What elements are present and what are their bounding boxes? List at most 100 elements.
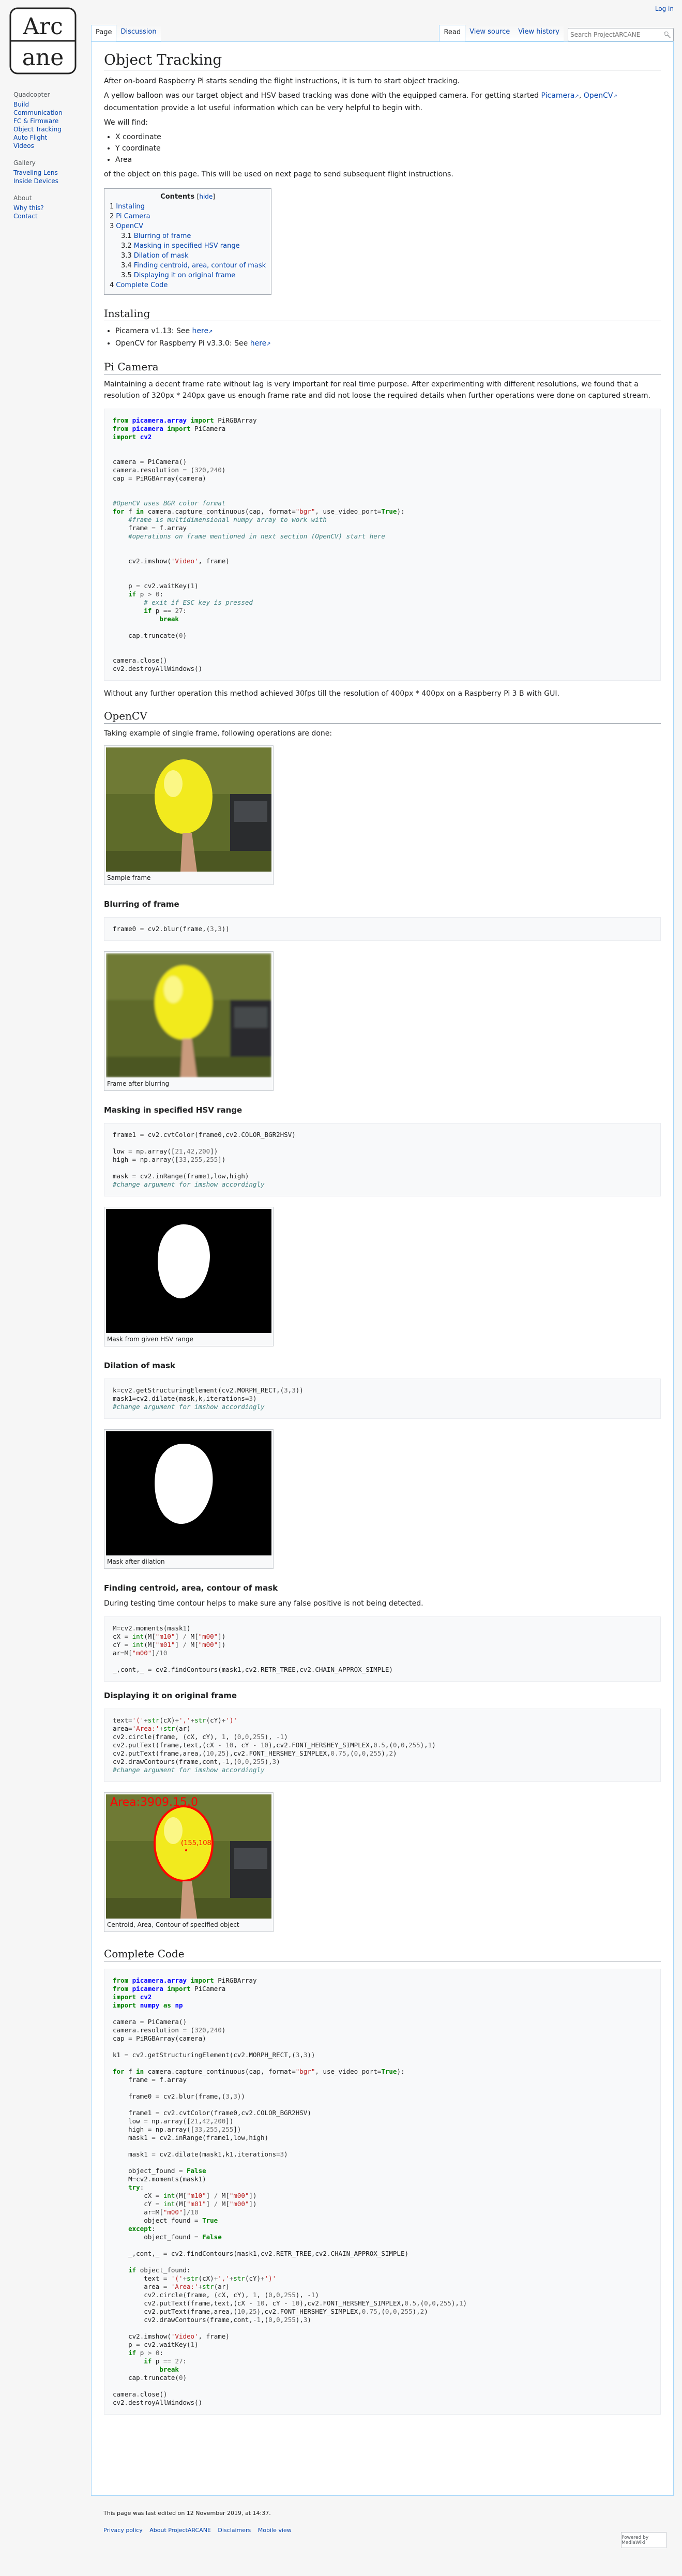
blurred-frame-image[interactable] [106, 953, 271, 1077]
toc-number: 3 [110, 222, 114, 230]
sidebar-item-communication[interactable]: Communication [13, 109, 63, 116]
search-box[interactable]: 🔍︎ [568, 28, 674, 41]
table-of-contents: Contents [hide] 1 Instaling 2 Pi Camera 3 Ope… [104, 188, 272, 295]
find-list: X coordinate Y coordinate Area [115, 131, 661, 166]
view-tabs: Read View source View history 🔍︎ [439, 25, 674, 41]
tab-view-history[interactable]: View history [514, 25, 564, 41]
code-block-picamera: from picamera.array import PiRGBArray fr… [104, 409, 661, 681]
toc-number: 2 [110, 213, 114, 220]
list-item: Area [115, 154, 661, 166]
footer-link-mobile[interactable]: Mobile view [258, 2527, 292, 2534]
sidebar-item-build[interactable]: Build [13, 101, 29, 108]
toc-link[interactable]: Dilation of mask [134, 252, 189, 260]
namespace-tabs: Page Discussion [91, 25, 161, 41]
pi-camera-paragraph: Maintaining a decent frame rate without … [104, 380, 650, 400]
code-block-centroid: M=cv2.moments(mask1) cX = int(M["m10"] /… [104, 1616, 661, 1682]
external-link-icon: ↗ [266, 341, 271, 347]
dilated-mask-image[interactable] [106, 1431, 271, 1555]
sidebar-gallery: Gallery Traveling Lens Inside Devices [13, 159, 91, 185]
section-heading-centroid: Finding centroid, area, contour of mask [104, 1583, 278, 1593]
sidebar-item-inside-devices[interactable]: Inside Devices [13, 177, 58, 185]
toc-link[interactable]: Blurring of frame [134, 232, 191, 240]
toc-item[interactable]: 1 Instaling [110, 202, 266, 212]
toc-item[interactable]: 3.2 Masking in specified HSV range [110, 241, 266, 251]
tab-discussion[interactable]: Discussion [116, 25, 161, 41]
list-item: Picamera v1.13: See here↗ [115, 325, 661, 338]
login-link[interactable]: Log in [655, 5, 674, 12]
powered-by-mediawiki-badge[interactable]: Powered by MediaWiki [621, 2532, 666, 2548]
toc-item[interactable]: 3.4 Finding centroid, area, contour of ma… [110, 261, 266, 271]
sidebar-item-videos[interactable]: Videos [13, 142, 34, 149]
code-block-blur: frame0 = cv2.blur(frame,(3,3)) [104, 917, 661, 941]
figure-dilated-mask: Mask after dilation [104, 1429, 274, 1569]
search-input[interactable] [570, 31, 658, 38]
toc-link[interactable]: Masking in specified HSV range [134, 242, 240, 250]
section-heading-dilation: Dilation of mask [104, 1361, 176, 1370]
footer-link-privacy[interactable]: Privacy policy [103, 2527, 143, 2534]
tab-read[interactable]: Read [439, 25, 466, 41]
figure-caption: Mask after dilation [107, 1558, 165, 1565]
toc-link[interactable]: Complete Code [116, 281, 168, 289]
overlay-coord-text: (155,108) [181, 1839, 214, 1847]
svg-text:ane: ane [22, 44, 64, 71]
toc-link[interactable]: OpenCV [116, 222, 143, 230]
sidebar-item-object-tracking[interactable]: Object Tracking [13, 126, 62, 133]
sidebar-item-contact[interactable]: Contact [13, 213, 38, 220]
toc-link[interactable]: Finding centroid, area, contour of mask [134, 262, 266, 269]
figure-caption: Centroid, Area, Contour of specified obj… [107, 1921, 239, 1928]
toc-item[interactable]: 4 Complete Code [110, 280, 266, 290]
code-block-mask: frame1 = cv2.cvtColor(frame0,cv2.COLOR_B… [104, 1123, 661, 1196]
tab-page[interactable]: Page [91, 25, 117, 41]
external-link-icon: ↗ [613, 94, 617, 99]
sidebar-item-why-this[interactable]: Why this? [13, 204, 44, 212]
result-frame-image[interactable]: Area:3909.15.0 (155,108) [106, 1794, 271, 1919]
toc-item[interactable]: 3.5 Displaying it on original frame [110, 271, 266, 280]
sidebar-item-traveling-lens[interactable]: Traveling Lens [13, 169, 58, 176]
opencv-link[interactable]: OpenCV [584, 92, 613, 100]
toc-link[interactable]: Pi Camera [116, 213, 150, 220]
here-link[interactable]: here [192, 327, 209, 335]
toc-number: 3.2 [121, 242, 132, 250]
search-icon[interactable]: 🔍︎ [663, 31, 671, 38]
section-heading-complete-code: Complete Code [104, 1946, 661, 1961]
toc-item[interactable]: 3 OpenCV [110, 221, 266, 231]
intro-text: documentation provide a lot useful infor… [104, 104, 422, 112]
sidebar: Quadcopter Build Communication FC & Firm… [0, 83, 91, 230]
toc-number: 3.1 [121, 232, 132, 240]
site-logo[interactable]: Arc ane [9, 7, 77, 74]
section-heading-pi-camera: Pi Camera [104, 360, 661, 375]
sidebar-about: About Why this? Contact [13, 194, 91, 220]
toc-link[interactable]: Instaling [116, 203, 145, 211]
figure-blurred-frame: Frame after blurring [104, 951, 274, 1091]
here-link[interactable]: here [250, 339, 267, 348]
toc-item[interactable]: 3.3 Dilation of mask [110, 251, 266, 261]
intro-paragraph: After on-board Raspberry Pi starts sendi… [104, 77, 460, 85]
sidebar-item-fc-firmware[interactable]: FC & Firmware [13, 117, 58, 125]
tab-view-history-label[interactable]: View history [518, 28, 559, 36]
sidebar-item-auto-flight[interactable]: Auto Flight [13, 134, 47, 141]
section-heading-opencv: OpenCV [104, 709, 661, 724]
picamera-link[interactable]: Picamera [541, 92, 575, 100]
footer-link-disclaimers[interactable]: Disclaimers [218, 2527, 251, 2534]
toc-list: 1 Instaling 2 Pi Camera 3 OpenCV 3.1 Blurring o… [110, 202, 266, 290]
svg-text:Arc: Arc [22, 13, 63, 40]
toc-item[interactable]: 2 Pi Camera [110, 212, 266, 221]
toc-number: 3.3 [121, 252, 132, 260]
figure-mask: Mask from given HSV range [104, 1207, 274, 1346]
mask-image[interactable] [106, 1209, 271, 1333]
sample-frame-image[interactable] [106, 747, 271, 872]
tab-view-source-label[interactable]: View source [469, 28, 510, 36]
sidebar-heading: Quadcopter [13, 91, 50, 98]
toc-hide-link[interactable]: hide [199, 193, 213, 200]
tab-view-source[interactable]: View source [465, 25, 514, 41]
toc-link[interactable]: Displaying it on original frame [134, 272, 236, 279]
tab-discussion-label[interactable]: Discussion [120, 28, 156, 36]
install-text: OpenCV for Raspberry Pi v3.3.0: See [115, 339, 250, 348]
code-block-display: text='('+str(cX)+','+str(cY)+')' area='A… [104, 1709, 661, 1782]
install-list: Picamera v1.13: See here↗ OpenCV for Ras… [115, 325, 661, 350]
footer-link-about[interactable]: About ProjectARCANE [149, 2527, 211, 2534]
list-item: X coordinate [115, 131, 661, 143]
toc-item[interactable]: 3.1 Blurring of frame [110, 231, 266, 241]
figure-caption: Mask from given HSV range [107, 1336, 193, 1343]
sidebar-heading: About [13, 194, 32, 202]
